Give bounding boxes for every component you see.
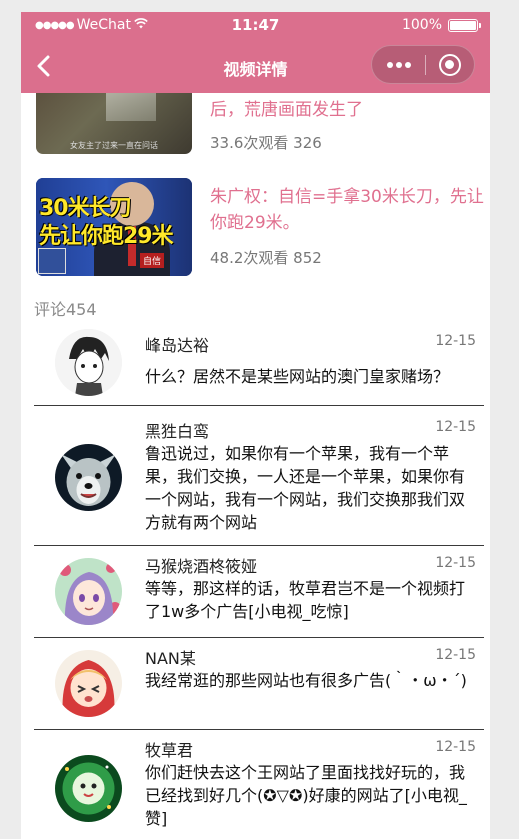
avatar[interactable] bbox=[55, 558, 122, 625]
related-video-item[interactable]: 30米长刀 先让你跑29米 自信 朱广权：自信=手拿30米长刀，先让你跑29米。… bbox=[21, 178, 490, 278]
comment-item: 峰岛达裕 12-15 什么？居然不是某些网站的澳门皇家赌场？ bbox=[34, 321, 484, 406]
comment-item: 牧草君 12-15 你们赶快去这个王网站了里面找找好玩的，我已经找到好几个(✪▽… bbox=[34, 730, 484, 839]
video-thumbnail[interactable]: 30米长刀 先让你跑29米 自信 bbox=[36, 178, 192, 276]
comment-text: 等等，那这样的话，牧草君岂不是一个视频打了1w多个广告[小电视_吃惊] bbox=[145, 579, 466, 621]
thumbnail-caption: 女友主了过来一直在问话 bbox=[70, 141, 158, 150]
comment-text: 你们赶快去这个王网站了里面找找好玩的，我已经找到好几个(✪▽✪)好康的网站了[小… bbox=[145, 763, 467, 828]
comment-author[interactable]: 峰岛达裕 bbox=[145, 332, 209, 356]
phone-screen: ●●●●● WeChat 11:47 100% 视频详情 女友主了过来一直在问话 bbox=[21, 12, 490, 839]
thumbnail-badge: 自信 bbox=[140, 253, 165, 268]
status-bar: ●●●●● WeChat 11:47 100% bbox=[21, 12, 490, 38]
video-meta: 48.2次观看 852 bbox=[210, 249, 322, 267]
video-title[interactable]: 后，荒唐画面发生了 bbox=[210, 97, 485, 123]
thumbnail-text-line2: 先让你跑29米 bbox=[39, 224, 174, 249]
comment-date: 12-15 bbox=[435, 419, 476, 435]
nav-bar: 视频详情 bbox=[21, 38, 490, 93]
comment-author[interactable]: NAN某 bbox=[145, 645, 196, 669]
video-meta: 33.6次观看 326 bbox=[210, 134, 322, 152]
capsule-divider bbox=[425, 55, 426, 75]
comment-date: 12-15 bbox=[435, 739, 476, 755]
target-circle-icon[interactable] bbox=[439, 54, 461, 76]
comment-author[interactable]: 马猴烧酒柊筱娅 bbox=[145, 553, 257, 577]
comment-item: NAN某 12-15 我经常逛的那些网站也有很多广告(｀・ω・´) bbox=[34, 638, 484, 730]
comment-date: 12-15 bbox=[435, 555, 476, 571]
avatar[interactable] bbox=[55, 755, 122, 822]
avatar[interactable] bbox=[55, 444, 122, 511]
comment-item: 黑狌白鸾 12-15 鲁迅说过，如果你有一个苹果，我有一个苹果，我们交换，一人还… bbox=[34, 406, 484, 546]
battery-percent: 100% bbox=[401, 17, 442, 33]
video-title[interactable]: 朱广权：自信=手拿30米长刀，先让你跑29米。 bbox=[210, 184, 485, 236]
comment-text: 什么？居然不是某些网站的澳门皇家赌场？ bbox=[145, 367, 450, 386]
comment-date: 12-15 bbox=[435, 333, 476, 349]
thumbnail-inset bbox=[38, 248, 66, 274]
menu-capsule bbox=[371, 45, 475, 84]
comments-count: 评论454 bbox=[34, 300, 97, 319]
comment-author[interactable]: 黑狌白鸾 bbox=[145, 418, 209, 442]
comment-item: 马猴烧酒柊筱娅 12-15 等等，那这样的话，牧草君岂不是一个视频打了1w多个广… bbox=[34, 546, 484, 638]
comment-text: 我经常逛的那些网站也有很多广告(｀・ω・´) bbox=[145, 671, 467, 690]
comment-text: 鲁迅说过，如果你有一个苹果，我有一个苹果，我们交换，一人还是一个苹果，如果你有一… bbox=[145, 444, 466, 532]
thumbnail-scene bbox=[106, 93, 156, 121]
avatar[interactable] bbox=[55, 329, 122, 396]
battery-icon bbox=[448, 18, 481, 32]
comment-date: 12-15 bbox=[435, 647, 476, 663]
avatar[interactable] bbox=[55, 650, 122, 717]
related-video-item[interactable]: 女友主了过来一直在问话 后，荒唐画面发生了 33.6次观看 326 bbox=[21, 93, 490, 167]
battery-group: 100% bbox=[401, 17, 481, 33]
main-content: 女友主了过来一直在问话 后，荒唐画面发生了 33.6次观看 326 30米长刀 … bbox=[21, 93, 490, 839]
comment-author[interactable]: 牧草君 bbox=[145, 737, 193, 761]
more-dots-icon[interactable] bbox=[384, 55, 414, 75]
video-thumbnail[interactable]: 女友主了过来一直在问话 bbox=[36, 93, 192, 154]
